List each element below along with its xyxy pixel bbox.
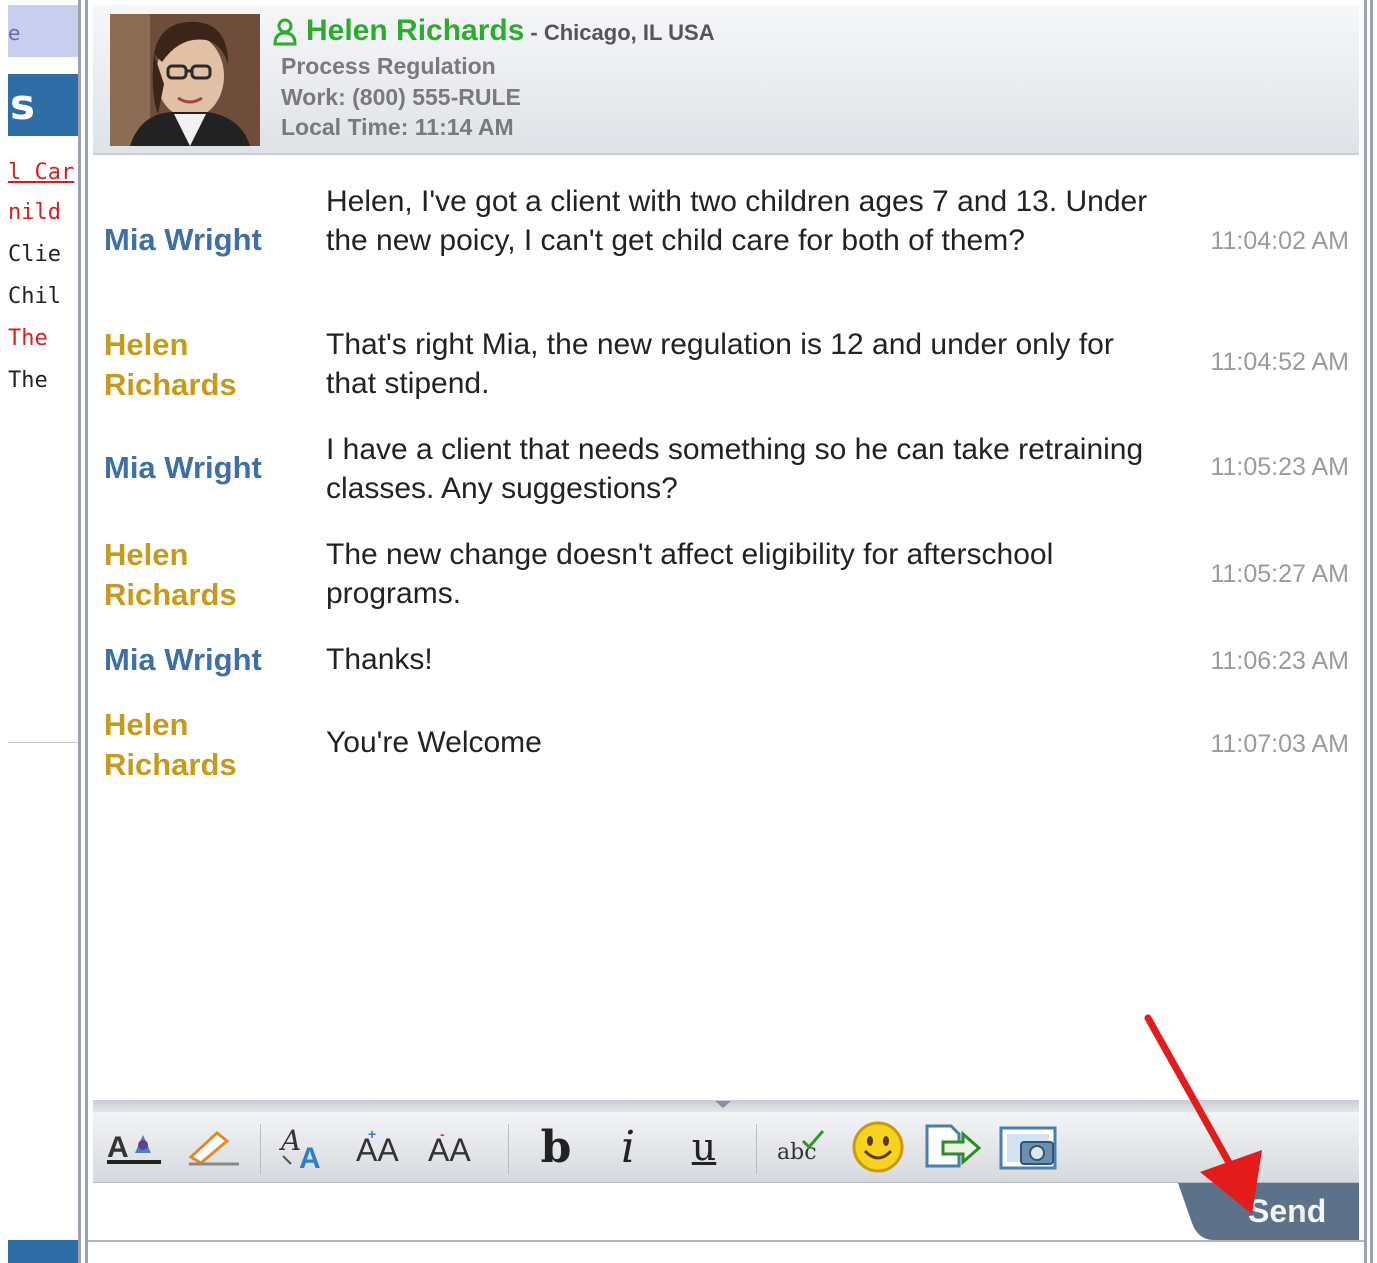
background-heading: s <box>8 74 78 136</box>
shrink-font-button[interactable]: AA - <box>426 1118 484 1176</box>
background-link[interactable]: nild ( <box>8 200 78 225</box>
svg-text:A: A <box>107 1131 129 1164</box>
background-divider <box>8 742 78 743</box>
svg-text:-: - <box>440 1127 445 1142</box>
font-style-icon: A A <box>278 1124 321 1170</box>
background-topbar: e <box>8 5 78 57</box>
toolbar-separator <box>508 1124 509 1174</box>
grow-font-button[interactable]: AA + <box>354 1118 412 1176</box>
bold-icon: b <box>540 1121 572 1173</box>
highlight-button[interactable] <box>184 1118 244 1176</box>
share-photo-button[interactable] <box>996 1118 1062 1176</box>
background-link[interactable]: The <box>8 326 48 351</box>
message-sender: Mia Wright <box>104 450 262 485</box>
message-text: I have a client that needs something so … <box>326 433 1144 505</box>
message-text: Thanks! <box>326 643 433 676</box>
send-button-label[interactable]: Send <box>1248 1193 1326 1230</box>
svg-text:+: + <box>368 1127 376 1142</box>
background-link[interactable]: The <box>8 368 48 393</box>
message-timestamp: 11:04:52 AM <box>1210 348 1349 376</box>
message-timestamp: 11:06:23 AM <box>1210 647 1349 675</box>
spellcheck-button[interactable]: abc <box>774 1118 834 1176</box>
contact-local-time: Local Time: 11:14 AM <box>281 114 514 140</box>
font-style-button[interactable]: A A <box>276 1118 336 1176</box>
photo-camera-icon <box>999 1126 1057 1170</box>
message-sender: Helen Richards <box>104 327 237 402</box>
contact-name[interactable]: Helen Richards <box>306 14 524 47</box>
toolbar-separator <box>260 1124 261 1174</box>
message-timestamp: 11:04:02 AM <box>1210 227 1349 255</box>
italic-button[interactable]: i <box>600 1118 656 1176</box>
message-timestamp: 11:07:03 AM <box>1210 730 1349 758</box>
message-text: The new change doesn't affect eligibilit… <box>326 538 1054 610</box>
grow-font-icon: AA + <box>356 1127 399 1167</box>
italic-icon: i <box>620 1121 636 1173</box>
message-sender: Helen Richards <box>104 537 237 612</box>
contact-name-row: Helen Richards - Chicago, IL USA <box>272 14 715 48</box>
spellcheck-icon: abc <box>777 1130 825 1165</box>
toolbar-separator <box>756 1124 757 1174</box>
window-frame-left-inner <box>85 0 88 1263</box>
underline-button[interactable]: u <box>676 1118 732 1176</box>
message-sender: Mia Wright <box>104 222 262 257</box>
splitter-grip-icon[interactable] <box>715 1101 731 1108</box>
background-app: e s l Car nild ( Clie Chil The The <box>0 0 78 1263</box>
smiley-icon <box>852 1121 904 1173</box>
font-color-icon: A <box>107 1131 161 1164</box>
person-online-icon <box>272 18 298 46</box>
message-timestamp: 11:05:23 AM <box>1210 453 1349 481</box>
window-frame-right-inner <box>1364 0 1367 1263</box>
contact-avatar[interactable] <box>110 14 260 146</box>
svg-text:AA: AA <box>356 1132 399 1167</box>
svg-text:A: A <box>278 1124 301 1157</box>
bold-button[interactable]: b <box>528 1118 584 1176</box>
send-file-button[interactable] <box>920 1118 984 1176</box>
message-text: That's right Mia, the new regulation is … <box>326 328 1114 400</box>
message-input[interactable] <box>93 1183 1179 1240</box>
background-link[interactable]: Chil <box>8 284 61 309</box>
highlighter-icon <box>188 1131 239 1166</box>
send-file-icon <box>925 1124 982 1168</box>
message-text: You're Welcome <box>326 726 542 759</box>
background-topbar-text: e <box>8 21 21 45</box>
svg-text:A: A <box>299 1142 321 1170</box>
background-link[interactable]: Clie <box>8 242 61 267</box>
message-sender: Mia Wright <box>104 642 262 677</box>
background-bottombar <box>8 1240 78 1263</box>
underline-icon: u <box>691 1125 717 1169</box>
window-frame-bottom <box>88 1240 1364 1242</box>
message-sender: Helen Richards <box>104 707 237 782</box>
message-timestamp: 11:05:27 AM <box>1210 560 1349 588</box>
contact-location: - Chicago, IL USA <box>530 20 715 45</box>
contact-work-phone: Work: (800) 555-RULE <box>281 84 521 110</box>
font-color-button[interactable]: A <box>104 1118 166 1176</box>
message-text: Helen, I've got a client with two childr… <box>326 185 1148 257</box>
emoticon-button[interactable] <box>848 1118 908 1176</box>
window-frame-left <box>78 0 81 1263</box>
svg-text:AA: AA <box>428 1132 471 1167</box>
contact-department: Process Regulation <box>281 53 496 79</box>
window-frame-right <box>1370 0 1373 1263</box>
shrink-font-icon: AA - <box>428 1127 471 1167</box>
background-link[interactable]: l Car <box>8 160 74 185</box>
background-heading-text: s <box>10 80 35 129</box>
